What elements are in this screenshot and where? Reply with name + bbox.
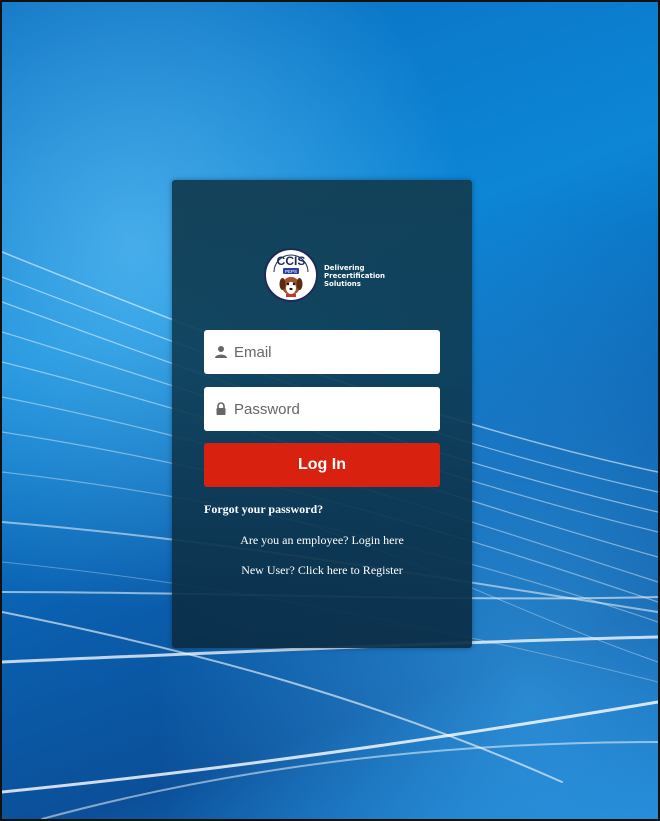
password-field-wrapper (204, 387, 440, 431)
logo-badge-text: PEPS (285, 269, 297, 274)
tagline-line: Delivering (324, 264, 365, 272)
email-input[interactable] (234, 330, 430, 374)
logo-brand-text: CCIS (277, 254, 306, 268)
password-input[interactable] (234, 387, 430, 431)
lock-icon (216, 402, 226, 415)
tagline-line: Solutions (324, 280, 361, 288)
employee-login-link[interactable]: Are you an employee? Login here (172, 533, 472, 548)
logo-tagline: Delivering Precertification Solutions (324, 264, 404, 288)
login-button[interactable]: Log In (204, 443, 440, 487)
user-icon (215, 346, 227, 358)
tagline-line: Precertification (324, 272, 386, 280)
forgot-password-link[interactable]: Forgot your password? (204, 502, 323, 517)
ccis-logo: CCIS PEPS Delivering Precertification So… (264, 248, 404, 306)
logo-emblem: CCIS PEPS (264, 248, 318, 302)
email-field-wrapper (204, 330, 440, 374)
dog-mascot-icon: CCIS PEPS (273, 254, 309, 297)
page-background: CCIS PEPS Delivering Precertification So… (0, 0, 660, 821)
register-link[interactable]: New User? Click here to Register (172, 563, 472, 578)
login-panel: CCIS PEPS Delivering Precertification So… (172, 180, 472, 648)
